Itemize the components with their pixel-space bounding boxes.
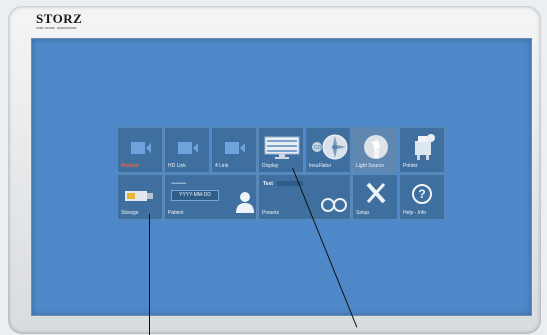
brand: STORZ KARL STORZ · ENDOSKOPE [36, 11, 82, 30]
tile-label: Setup [356, 210, 370, 216]
patient-date: YYYY-MM-DD [171, 190, 219, 201]
light-source-icon [364, 135, 388, 159]
tile-setup[interactable]: Setup [352, 174, 398, 220]
monitor-icon [264, 136, 300, 159]
tile-label: Patient [168, 210, 184, 216]
tile-light-source[interactable]: Light Source [352, 127, 398, 173]
tile-printer[interactable]: Printer [399, 127, 445, 173]
menu-grid: Modulo HD Link 4 Link Display CO InsuFla… [117, 127, 445, 220]
help-icon: ? [412, 184, 432, 204]
printer-icon [415, 134, 435, 160]
tile-patient[interactable]: ************** YYYY-MM-DD Patient [164, 174, 257, 220]
callout-line-storage [149, 214, 150, 335]
tile-help-info[interactable]: ? Help - Info [399, 174, 445, 220]
screen: Modulo HD Link 4 Link Display CO InsuFla… [31, 38, 532, 316]
svg-text:CO: CO [314, 145, 322, 151]
tile-4-link[interactable]: 4 Link [211, 127, 257, 173]
camera-icon [225, 142, 245, 154]
tile-label: HD Link [168, 163, 186, 169]
tile-label: 4 Link [215, 163, 229, 169]
brand-tagline: KARL STORZ · ENDOSKOPE [36, 26, 77, 30]
tile-hd-link[interactable]: HD Link [164, 127, 210, 173]
camera-icon [131, 142, 151, 154]
tile-label: Help - Info [403, 210, 427, 216]
patient-id-mask: ************** [171, 181, 186, 186]
tile-label: Display [262, 163, 279, 169]
tile-label: Presets [262, 210, 279, 216]
tile-label: Storage [121, 210, 139, 216]
tile-label: Printer [403, 163, 418, 169]
tile-modulo[interactable]: Modulo [117, 127, 163, 173]
tile-label: InsuFlator [309, 163, 332, 169]
presets-icon [321, 198, 347, 212]
insufflator-icon: CO [312, 134, 348, 160]
tile-display[interactable]: Display [258, 127, 304, 173]
patient-icon [236, 192, 254, 213]
tile-insuflator[interactable]: CO InsuFlator [305, 127, 351, 173]
tile-label: Modulo [121, 163, 139, 169]
tile-label: Light Source [356, 163, 385, 169]
tools-icon [366, 182, 386, 204]
camera-icon [178, 142, 198, 154]
brand-logo: STORZ [36, 11, 83, 26]
preset-name: Test [263, 181, 273, 187]
tile-storage[interactable]: Storage [117, 174, 163, 220]
usb-storage-icon [125, 191, 153, 201]
